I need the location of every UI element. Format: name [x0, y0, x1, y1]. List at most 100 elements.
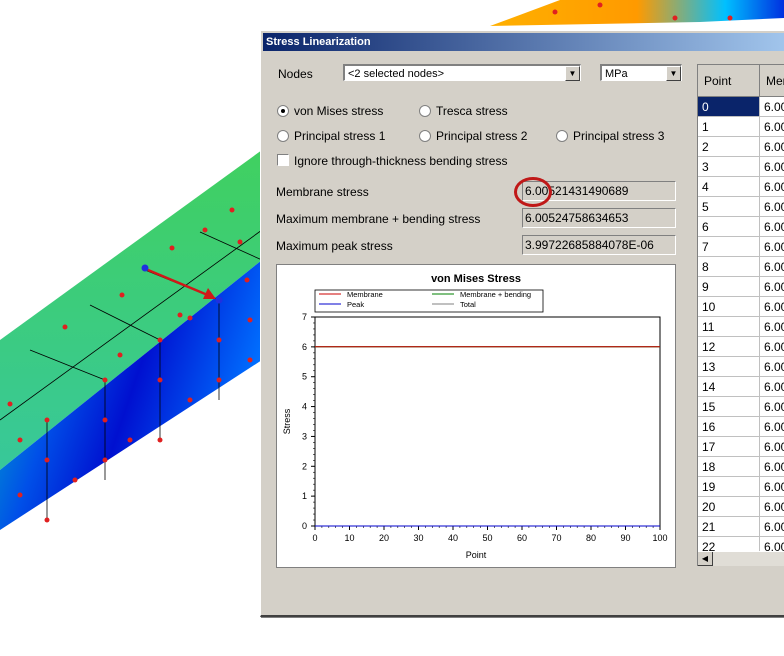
radio-principal-1[interactable]	[277, 130, 289, 142]
table-row[interactable]: 16.00	[698, 117, 784, 137]
table-row[interactable]: 196.00	[698, 477, 784, 497]
results-table[interactable]: Point Mem 06.0016.0026.0036.0046.0056.00…	[697, 64, 784, 566]
cell-point[interactable]: 18	[698, 457, 760, 477]
unit-select-value: MPa	[605, 68, 628, 80]
table-row[interactable]: 156.00	[698, 397, 784, 417]
principal-3-label: Principal stress 3	[573, 129, 665, 143]
cell-point[interactable]: 6	[698, 217, 760, 237]
cell-point[interactable]: 8	[698, 257, 760, 277]
chevron-down-icon[interactable]: ▼	[565, 66, 580, 81]
ignore-bending-label: Ignore through-thickness bending stress	[294, 154, 508, 168]
cell-membrane[interactable]: 6.00	[760, 377, 784, 397]
table-row[interactable]: 46.00	[698, 177, 784, 197]
cell-membrane[interactable]: 6.00	[760, 437, 784, 457]
cell-membrane[interactable]: 6.00	[760, 277, 784, 297]
cell-point[interactable]: 13	[698, 357, 760, 377]
cell-membrane[interactable]: 6.00	[760, 297, 784, 317]
table-row[interactable]: 96.00	[698, 277, 784, 297]
cell-point[interactable]: 2	[698, 137, 760, 157]
membrane-bending-field[interactable]: 6.00524758634653	[522, 208, 676, 228]
table-row[interactable]: 136.00	[698, 357, 784, 377]
cell-point[interactable]: 11	[698, 317, 760, 337]
cell-point[interactable]: 15	[698, 397, 760, 417]
cell-point[interactable]: 4	[698, 177, 760, 197]
cell-membrane[interactable]: 6.00	[760, 257, 784, 277]
cell-point[interactable]: 10	[698, 297, 760, 317]
cell-point[interactable]: 17	[698, 437, 760, 457]
cell-membrane[interactable]: 6.00	[760, 177, 784, 197]
table-row[interactable]: 146.00	[698, 377, 784, 397]
cell-membrane[interactable]: 6.00	[760, 317, 784, 337]
y-tick-label: 7	[302, 312, 307, 322]
radio-tresca[interactable]	[419, 105, 431, 117]
cell-membrane[interactable]: 6.00	[760, 157, 784, 177]
cell-point[interactable]: 0	[698, 97, 760, 117]
selected-node-1	[141, 264, 149, 272]
radio-principal-2[interactable]	[419, 130, 431, 142]
legend-label: Peak	[347, 300, 364, 309]
x-tick-label: 80	[586, 533, 596, 543]
table-row[interactable]: 26.00	[698, 137, 784, 157]
table-row[interactable]: 166.00	[698, 417, 784, 437]
cell-membrane[interactable]: 6.00	[760, 397, 784, 417]
cell-membrane[interactable]: 6.00	[760, 237, 784, 257]
cell-membrane[interactable]: 6.00	[760, 477, 784, 497]
radio-von-mises[interactable]	[277, 105, 289, 117]
peak-stress-field[interactable]: 3.99722685884078E-06	[522, 235, 676, 255]
table-row[interactable]: 56.00	[698, 197, 784, 217]
cell-membrane[interactable]: 6.00	[760, 117, 784, 137]
table-row[interactable]: 106.00	[698, 297, 784, 317]
model-strip	[490, 0, 784, 26]
column-header-point[interactable]: Point	[698, 65, 760, 97]
x-tick-label: 40	[448, 533, 458, 543]
cell-point[interactable]: 7	[698, 237, 760, 257]
cell-membrane[interactable]: 6.00	[760, 497, 784, 517]
table-row[interactable]: 216.00	[698, 517, 784, 537]
principal-2-label: Principal stress 2	[436, 129, 528, 143]
cell-point[interactable]: 5	[698, 197, 760, 217]
cell-point[interactable]: 19	[698, 477, 760, 497]
radio-principal-3[interactable]	[556, 130, 568, 142]
cell-membrane[interactable]: 6.00	[760, 97, 784, 117]
cell-membrane[interactable]: 6.00	[760, 517, 784, 537]
cell-point[interactable]: 21	[698, 517, 760, 537]
table-row[interactable]: 66.00	[698, 217, 784, 237]
nodes-select[interactable]: <2 selected nodes> ▼	[343, 64, 581, 81]
x-tick-label: 20	[379, 533, 389, 543]
cell-point[interactable]: 14	[698, 377, 760, 397]
y-tick-label: 1	[302, 491, 307, 501]
cell-membrane[interactable]: 6.00	[760, 137, 784, 157]
cell-point[interactable]: 9	[698, 277, 760, 297]
x-tick-label: 100	[652, 533, 667, 543]
horizontal-scrollbar[interactable]: ◀	[698, 551, 784, 566]
table-row[interactable]: 76.00	[698, 237, 784, 257]
scroll-left-icon[interactable]: ◀	[698, 552, 713, 566]
column-header-membrane[interactable]: Mem	[760, 65, 784, 97]
cell-point[interactable]: 3	[698, 157, 760, 177]
x-tick-label: 10	[344, 533, 354, 543]
cell-point[interactable]: 12	[698, 337, 760, 357]
cell-membrane[interactable]: 6.00	[760, 337, 784, 357]
table-row[interactable]: 06.00	[698, 97, 784, 117]
cell-membrane[interactable]: 6.00	[760, 217, 784, 237]
cell-point[interactable]: 1	[698, 117, 760, 137]
cell-membrane[interactable]: 6.00	[760, 197, 784, 217]
highlight-circle	[514, 177, 552, 207]
y-tick-label: 4	[302, 402, 307, 412]
table-row[interactable]: 126.00	[698, 337, 784, 357]
table-row[interactable]: 36.00	[698, 157, 784, 177]
chevron-down-icon[interactable]: ▼	[666, 66, 681, 81]
table-row[interactable]: 206.00	[698, 497, 784, 517]
cell-point[interactable]: 20	[698, 497, 760, 517]
cell-membrane[interactable]: 6.00	[760, 457, 784, 477]
unit-select[interactable]: MPa ▼	[600, 64, 682, 81]
legend-label: Membrane	[347, 290, 383, 299]
cell-membrane[interactable]: 6.00	[760, 357, 784, 377]
cell-membrane[interactable]: 6.00	[760, 417, 784, 437]
table-row[interactable]: 86.00	[698, 257, 784, 277]
ignore-bending-checkbox[interactable]	[277, 154, 289, 166]
table-row[interactable]: 176.00	[698, 437, 784, 457]
cell-point[interactable]: 16	[698, 417, 760, 437]
table-row[interactable]: 116.00	[698, 317, 784, 337]
table-row[interactable]: 186.00	[698, 457, 784, 477]
